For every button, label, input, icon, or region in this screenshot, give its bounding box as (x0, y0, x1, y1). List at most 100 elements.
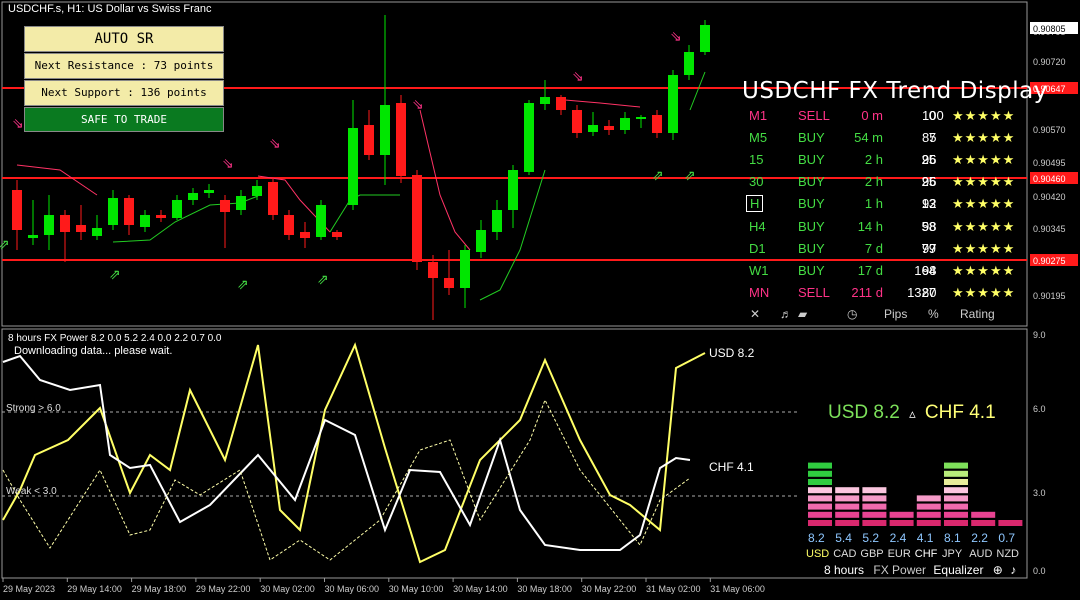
equalizer-value-jpy: 8.1 (944, 531, 961, 545)
buy-arrow-icon: ⇗ (652, 167, 664, 183)
candle-body[interactable] (76, 225, 86, 232)
equalizer-code-gbp: GBP (860, 548, 884, 560)
equalizer-segment (916, 503, 941, 510)
trend-cell-tf[interactable]: M5 (749, 130, 767, 145)
ma-segment-bear (564, 99, 641, 108)
trend-cell-pct: 100 (922, 108, 944, 123)
ma-segment-bull (329, 194, 400, 233)
trend-cell-tf[interactable]: W1 (749, 263, 769, 278)
trend-cell-tf[interactable]: H4 (749, 219, 766, 234)
candle-body[interactable] (188, 193, 198, 200)
price-tag-label: 0.90805 (1033, 24, 1066, 34)
candle-body[interactable] (92, 228, 102, 236)
ma-segment-bear (419, 109, 471, 251)
candle-body[interactable] (252, 186, 262, 196)
candle-body[interactable] (28, 235, 38, 238)
equalizer-segment (808, 462, 832, 469)
usd-line-label: USD 8.2 (709, 346, 755, 360)
candle-body[interactable] (652, 115, 662, 133)
trend-cell-tf[interactable]: D1 (749, 241, 766, 256)
candle-body[interactable] (572, 110, 582, 133)
weak-level-label: Weak < 3.0 (6, 486, 57, 497)
candle-body[interactable] (220, 200, 230, 212)
trend-cell-stars: ★★★★★ (952, 218, 1016, 234)
trend-cell-dir: SELL (798, 108, 830, 123)
sell-arrow-icon: ⇘ (412, 96, 424, 112)
trend-cell-tf[interactable]: H (746, 195, 764, 213)
crosshair-icon[interactable]: ⊕ (993, 563, 1003, 577)
candle-body[interactable] (204, 190, 214, 193)
ma-segment-bear (16, 164, 98, 196)
candle-body[interactable] (44, 215, 54, 235)
trend-cell-dir: BUY (798, 130, 825, 146)
candle-body[interactable] (460, 250, 470, 288)
candle-body[interactable] (364, 125, 374, 155)
candle-body[interactable] (12, 190, 22, 230)
equalizer-segment (916, 511, 941, 518)
time-tick: 30 May 06:00 (325, 584, 380, 594)
candle-body[interactable] (412, 175, 422, 262)
candle-body[interactable] (668, 75, 678, 133)
trend-cell-pct: 96 (922, 152, 937, 168)
trend-cell-tf[interactable]: M1 (749, 108, 767, 123)
equalizer-segment (835, 503, 860, 510)
equalizer-code-nzd: NZD (996, 548, 1019, 560)
trend-cell-time: 2 h (864, 152, 883, 168)
candle-body[interactable] (284, 215, 294, 235)
sound-icon[interactable]: ♪ (1010, 563, 1016, 577)
candle-body[interactable] (540, 97, 550, 104)
candle-body[interactable] (268, 182, 278, 215)
trend-cell-tf[interactable]: MN (749, 285, 769, 300)
candle-body[interactable] (124, 198, 134, 225)
candle-body[interactable] (444, 278, 454, 288)
trend-cell-tf[interactable]: 30 (749, 174, 763, 189)
candle-body[interactable] (492, 210, 502, 232)
candle-body[interactable] (156, 215, 166, 218)
candle-body[interactable] (380, 105, 390, 155)
sell-arrow-icon: ⇘ (269, 135, 281, 151)
trend-cell-stars: ★★★★★ (952, 130, 1016, 146)
equalizer-segment (944, 495, 968, 502)
equalizer-footer: 8 hours FX Power Equalizer ⊕ ♪ (824, 563, 1016, 577)
candle-body[interactable] (108, 198, 118, 225)
chart-icon[interactable]: ▰ (798, 307, 807, 321)
price-tag-label: 0.90275 (1033, 256, 1066, 266)
equalizer-segment (862, 511, 887, 518)
time-tick: 29 May 2023 (3, 584, 55, 594)
candle-body[interactable] (620, 118, 630, 130)
candle-body[interactable] (348, 128, 358, 205)
equalizer-segment (916, 520, 941, 526)
trend-cell-time: 1 h (864, 196, 883, 212)
candle-body[interactable] (524, 103, 534, 172)
candle-body[interactable] (588, 125, 598, 132)
candle-body[interactable] (636, 117, 646, 119)
candle-body[interactable] (316, 205, 326, 237)
trend-cell-pct: 98 (922, 262, 937, 278)
candle-body[interactable] (60, 215, 70, 232)
candle-body[interactable] (428, 262, 438, 278)
candle-body[interactable] (556, 97, 566, 110)
candle-body[interactable] (236, 196, 246, 210)
equalizer-segment (944, 503, 968, 510)
candle-body[interactable] (396, 103, 406, 176)
equalizer-segment (808, 479, 832, 485)
candle-body[interactable] (684, 52, 694, 75)
trend-cell-time: 54 m (854, 130, 883, 146)
candle-body[interactable] (700, 25, 710, 52)
candle-body[interactable] (604, 126, 614, 130)
safe-to-trade-status: SAFE TO TRADE (24, 107, 224, 132)
trend-cell-stars: ★★★★★ (952, 196, 1016, 212)
equalizer-code-chf: CHF (914, 548, 938, 560)
trend-cell-tf[interactable]: 15 (749, 152, 763, 167)
music-icon[interactable]: ♬ (780, 307, 792, 321)
candle-body[interactable] (508, 170, 518, 210)
equalizer-value-gbp: 5.2 (862, 531, 880, 545)
candle-body[interactable] (332, 232, 342, 237)
candle-body[interactable] (476, 230, 486, 252)
auto-sr-button[interactable]: AUTO SR (24, 26, 224, 52)
candle-body[interactable] (300, 232, 310, 238)
candle-body[interactable] (172, 200, 182, 218)
time-tick: 30 May 18:00 (517, 584, 572, 594)
close-icon[interactable]: ✕ (750, 307, 760, 321)
candle-body[interactable] (140, 215, 150, 227)
